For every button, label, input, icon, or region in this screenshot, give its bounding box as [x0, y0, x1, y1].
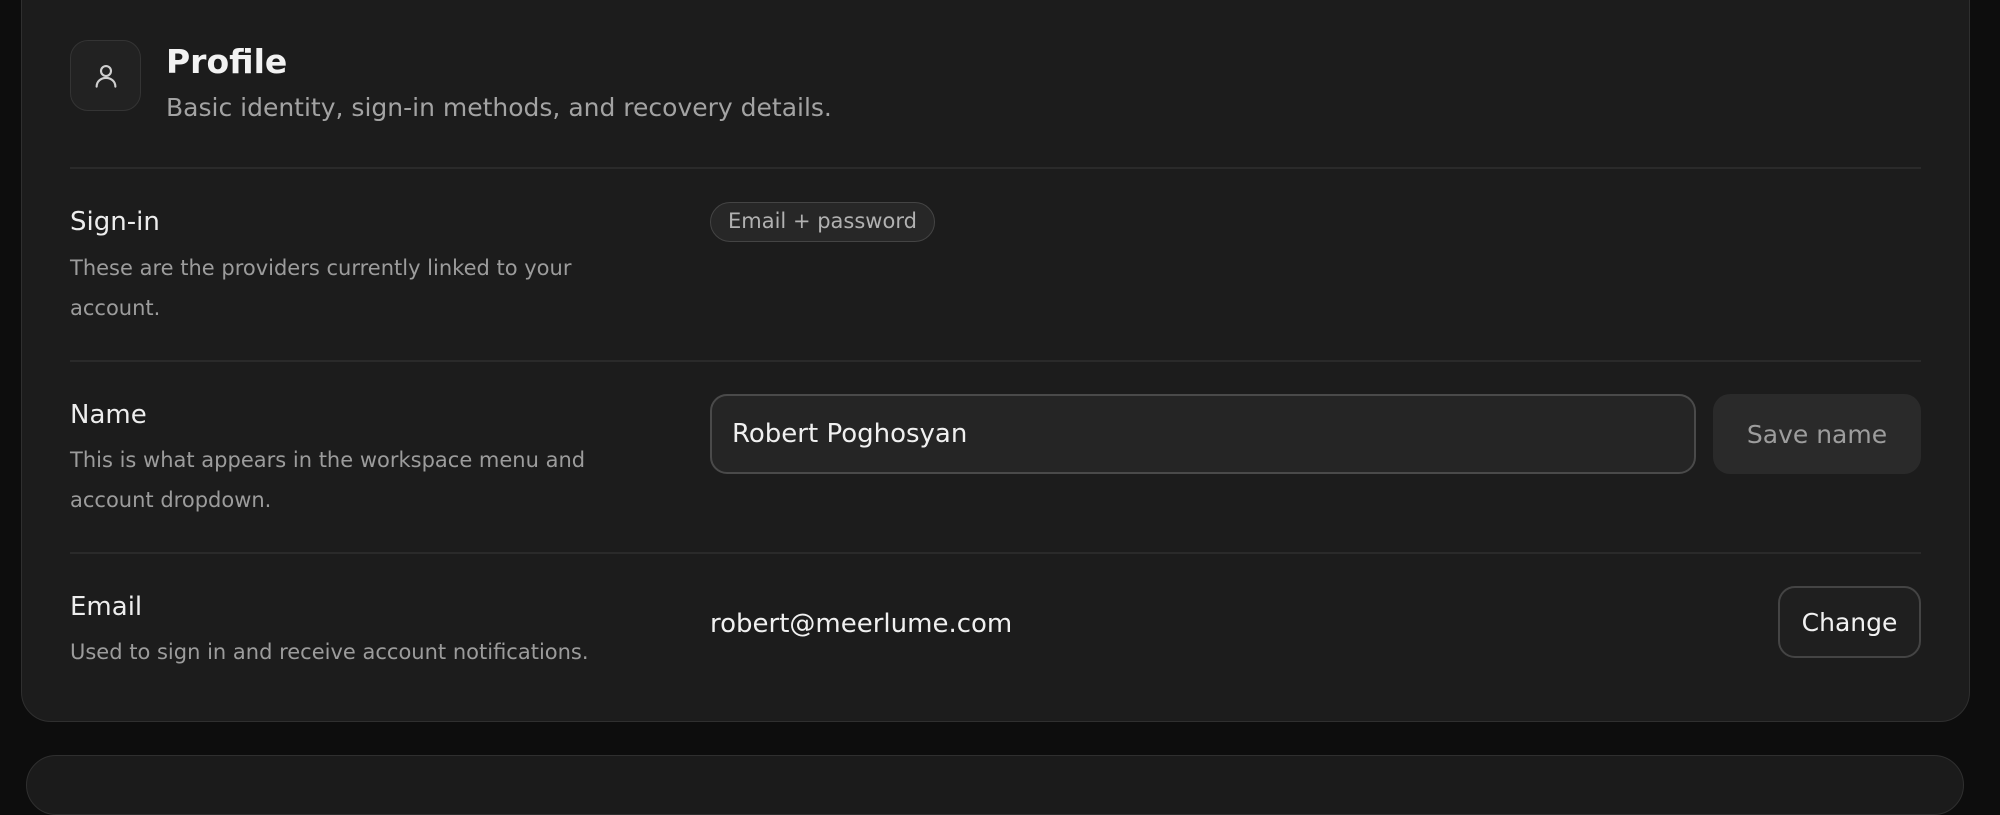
- email-value: robert@meerlume.com: [710, 609, 1013, 639]
- name-description: This is what appears in the workspace me…: [70, 448, 586, 512]
- divider: [70, 360, 1921, 362]
- divider: [70, 167, 1921, 169]
- save-name-button[interactable]: Save name: [1713, 394, 1921, 474]
- email-description: Used to sign in and receive account noti…: [70, 640, 589, 664]
- user-icon: [91, 61, 121, 91]
- signin-provider-badge: Email + password: [710, 202, 935, 242]
- email-title: Email: [70, 592, 143, 622]
- signin-title: Sign-in: [70, 207, 160, 237]
- next-section-card: [26, 755, 1964, 815]
- name-input[interactable]: [710, 394, 1696, 474]
- divider: [70, 552, 1921, 554]
- change-email-button[interactable]: Change: [1778, 586, 1921, 658]
- signin-description: These are the providers currently linked…: [70, 256, 572, 320]
- profile-header-icon: [70, 40, 141, 111]
- page-title: Profile: [166, 42, 288, 81]
- name-title: Name: [70, 400, 147, 430]
- page-subtitle: Basic identity, sign-in methods, and rec…: [166, 93, 832, 122]
